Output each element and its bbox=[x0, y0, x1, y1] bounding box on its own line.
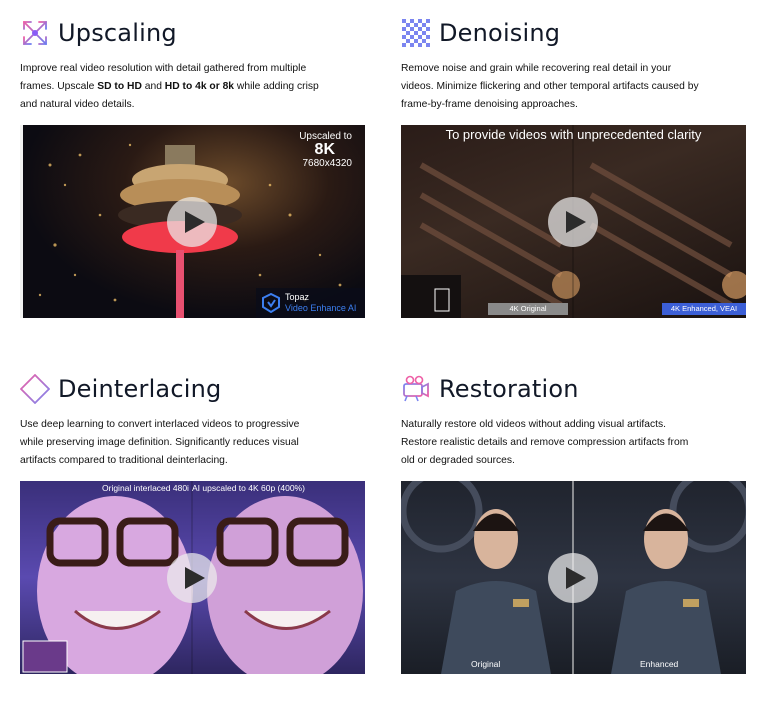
deinterlacing-header: Deinterlacing bbox=[20, 370, 365, 408]
topaz-brand: Topaz bbox=[285, 292, 310, 302]
play-icon bbox=[184, 567, 205, 589]
deinterlacing-play-button[interactable] bbox=[167, 553, 217, 603]
denoising-header: Denoising bbox=[401, 14, 746, 52]
deinterlace-left-caption: Original interlaced 480i bbox=[102, 483, 189, 493]
denoising-description: Remove noise and grain while recovering … bbox=[401, 63, 699, 110]
upscale-resolution: 7680x4320 bbox=[302, 158, 353, 169]
upscaling-video[interactable]: Upscaled to 8K 7680x4320 Topaz Video Enh… bbox=[20, 125, 365, 318]
deinterlace-right-caption: AI upscaled to 4K 60p (400%) bbox=[192, 483, 305, 493]
denoising-caption: To provide videos with unprecedented cla… bbox=[445, 127, 702, 142]
upscaling-title: Upscaling bbox=[58, 19, 177, 47]
enhanced-tag: 4K Enhanced, VEAI bbox=[662, 303, 746, 315]
denoising-title: Denoising bbox=[439, 19, 561, 47]
camera-gear-icon bbox=[401, 374, 431, 404]
deinterlacing-video[interactable]: Original interlaced 480i AI upscaled to … bbox=[20, 481, 365, 674]
upscaling-play-button[interactable] bbox=[167, 197, 217, 247]
play-icon bbox=[184, 211, 205, 233]
restoration-card: Restoration Naturally restore old videos… bbox=[401, 370, 746, 674]
restoration-title: Restoration bbox=[439, 375, 579, 403]
checker-grid-icon bbox=[401, 18, 431, 48]
topaz-logo-icon bbox=[261, 292, 281, 318]
topaz-product: Video Enhance AI bbox=[285, 303, 357, 313]
denoising-video[interactable]: To provide videos with unprecedented cla… bbox=[401, 125, 746, 318]
upscaling-card: Upscaling Improve real video resolution … bbox=[20, 14, 365, 318]
denoising-card: Denoising Remove noise and grain while r… bbox=[401, 14, 746, 318]
restoration-description: Naturally restore old videos without add… bbox=[401, 419, 689, 466]
striped-diamond-icon bbox=[20, 374, 50, 404]
play-icon bbox=[565, 211, 586, 233]
upscaling-description: Improve real video resolution with detai… bbox=[20, 63, 319, 110]
restoration-enhanced-tag: Enhanced bbox=[640, 659, 679, 669]
play-icon bbox=[565, 567, 586, 589]
upscaling-header: Upscaling bbox=[20, 14, 365, 52]
upscale-label-line2: 8K bbox=[314, 141, 335, 158]
deinterlacing-title: Deinterlacing bbox=[58, 375, 222, 403]
original-tag: 4K Original bbox=[488, 303, 568, 315]
restoration-original-tag: Original bbox=[471, 659, 501, 669]
topaz-logo-badge: Topaz Video Enhance AI bbox=[256, 288, 365, 318]
restoration-video[interactable]: Original Enhanced bbox=[401, 481, 746, 674]
restoration-header: Restoration bbox=[401, 370, 746, 408]
deinterlacing-description: Use deep learning to convert interlaced … bbox=[20, 419, 300, 466]
denoising-play-button[interactable] bbox=[548, 197, 598, 247]
restoration-play-button[interactable] bbox=[548, 553, 598, 603]
expand-arrows-icon bbox=[20, 18, 50, 48]
deinterlacing-card: Deinterlacing Use deep learning to conve… bbox=[20, 370, 365, 674]
